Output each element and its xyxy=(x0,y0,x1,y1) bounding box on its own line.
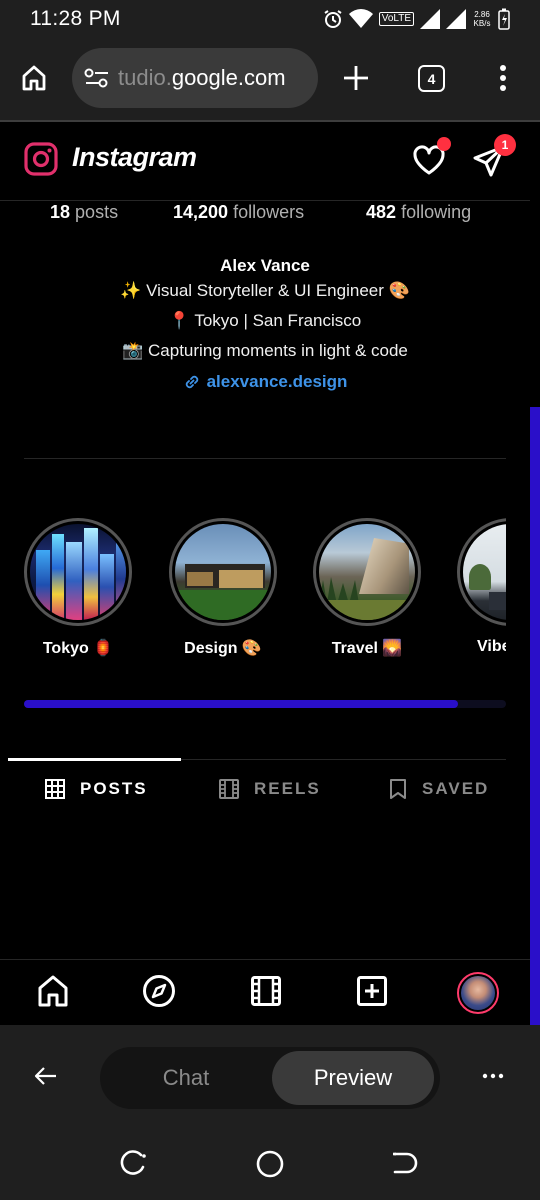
preview-button[interactable]: Preview xyxy=(272,1051,434,1105)
battery-icon xyxy=(498,8,510,30)
profile-name: Alex Vance xyxy=(220,256,310,275)
signal-2-icon xyxy=(446,9,466,29)
highlight-ring xyxy=(169,518,277,626)
browser-menu-icon[interactable] xyxy=(498,64,508,92)
reels-nav-icon[interactable] xyxy=(250,974,282,1008)
link-icon xyxy=(185,375,198,389)
highlights-scrollbar-track[interactable] xyxy=(24,700,506,708)
network-speed-unit: KB/s xyxy=(473,19,491,28)
bio-line-2: 📍 Tokyo | San Francisco xyxy=(168,311,362,330)
header-divider xyxy=(0,200,530,201)
bio-line-1: ✨ Visual Storyteller & UI Engineer 🎨 xyxy=(120,281,410,300)
recents-icon[interactable] xyxy=(119,1149,149,1179)
home-circle-icon[interactable] xyxy=(255,1149,285,1179)
tab-reels-label: REELS xyxy=(254,779,321,798)
highlight-tokyo[interactable]: Tokyo 🏮 xyxy=(24,518,132,658)
following-count: 482 xyxy=(366,202,397,222)
url-main: google.com xyxy=(171,65,286,90)
browser-toolbar: tudio.google.com 4 xyxy=(0,38,540,120)
profile-stats: 18 posts 14,200 followers 482 following xyxy=(0,202,530,224)
status-time: 11:28 PM xyxy=(30,7,121,30)
new-tab-icon[interactable] xyxy=(342,64,370,92)
chat-preview-toggle: Chat Preview xyxy=(100,1047,440,1109)
network-speed-value: 2.86 xyxy=(474,10,490,19)
followers-label: followers xyxy=(233,202,305,222)
highlight-image-design xyxy=(175,524,271,620)
network-speed: 2.86 KB/s xyxy=(472,10,492,28)
system-navigation-bar xyxy=(0,1129,540,1200)
url-faded: tudio. xyxy=(118,65,172,90)
tab-posts[interactable]: POSTS xyxy=(44,778,148,800)
followers-count: 14,200 xyxy=(173,202,229,222)
highlight-travel[interactable]: Travel 🌄 xyxy=(313,518,421,658)
alarm-icon xyxy=(324,10,342,28)
back-arrow-icon[interactable] xyxy=(34,1065,58,1087)
messages-badge: 1 xyxy=(494,134,516,156)
highlight-label: Vibe xyxy=(477,638,506,655)
highlight-label: Design 🎨 xyxy=(184,640,262,657)
bio-line-3: 📸 Capturing moments in light & code xyxy=(122,341,408,360)
explore-compass-icon[interactable] xyxy=(142,974,176,1008)
following-label: following xyxy=(401,202,472,222)
instagram-logo-icon[interactable] xyxy=(24,142,58,176)
browser-home-icon[interactable] xyxy=(20,64,48,92)
posts-label: posts xyxy=(75,202,119,222)
active-tab-indicator xyxy=(8,758,181,761)
highlight-ring xyxy=(313,518,421,626)
highlight-image-travel xyxy=(319,524,415,620)
highlight-label: Travel 🌄 xyxy=(331,640,403,657)
chat-button[interactable]: Chat xyxy=(100,1047,272,1109)
url-bar[interactable]: tudio.google.com xyxy=(72,48,318,108)
instagram-header: Instagram 1 xyxy=(0,122,530,200)
tab-switcher-button[interactable]: 4 xyxy=(418,65,445,92)
stat-following[interactable]: 482 following xyxy=(366,202,471,223)
system-back-icon[interactable] xyxy=(389,1149,419,1179)
app-toolbar: Chat Preview xyxy=(0,1025,540,1129)
profile-avatar[interactable] xyxy=(457,972,499,1014)
instagram-bottom-nav xyxy=(0,960,530,1025)
bookmark-icon xyxy=(390,779,406,799)
highlight-ring xyxy=(24,518,132,626)
story-highlights[interactable]: Tokyo 🏮 Design 🎨 Travel � xyxy=(24,518,506,668)
tab-saved-label: SAVED xyxy=(422,779,490,798)
highlight-image-tokyo xyxy=(30,524,126,620)
bio-link-text: alexvance.design xyxy=(206,372,348,391)
status-icons: VoLTE 2.86 KB/s xyxy=(323,8,510,30)
highlights-scrollbar-thumb[interactable] xyxy=(24,700,458,708)
web-page: Instagram 1 18 posts 14,200 followers 48… xyxy=(0,122,540,1025)
highlight-label: Tokyo 🏮 xyxy=(42,640,114,657)
highlight-image-vibe xyxy=(463,524,506,620)
wifi-icon xyxy=(348,9,373,28)
tab-saved[interactable]: SAVED xyxy=(388,778,489,800)
highlight-design[interactable]: Design 🎨 xyxy=(169,518,277,658)
notification-dot xyxy=(437,137,451,151)
bio-divider xyxy=(24,458,506,459)
signal-1-icon xyxy=(420,9,440,29)
instagram-title[interactable]: Instagram xyxy=(72,142,197,173)
site-settings-icon[interactable] xyxy=(84,67,110,89)
grid-icon xyxy=(45,779,65,799)
highlight-vibe[interactable]: Vibe xyxy=(457,518,506,656)
reels-icon xyxy=(219,779,239,799)
bio-website-link[interactable]: alexvance.design xyxy=(183,372,348,392)
tab-posts-label: POSTS xyxy=(80,779,148,798)
posts-count: 18 xyxy=(50,202,71,222)
stat-followers[interactable]: 14,200 followers xyxy=(173,202,304,223)
page-scrollbar-thumb[interactable] xyxy=(530,407,540,1025)
profile-bio: Alex Vance ✨ Visual Storyteller & UI Eng… xyxy=(0,256,530,396)
create-post-icon[interactable] xyxy=(356,974,388,1008)
stat-posts[interactable]: 18 posts xyxy=(50,202,118,223)
status-bar: 11:28 PM VoLTE 2.86 KB/s xyxy=(0,0,540,38)
url-text[interactable]: tudio.google.com xyxy=(118,65,286,91)
volte-badge: VoLTE xyxy=(378,12,414,26)
highlight-ring xyxy=(457,518,506,626)
tab-reels[interactable]: REELS xyxy=(218,778,321,800)
home-icon[interactable] xyxy=(37,974,69,1008)
avatar-image xyxy=(461,976,495,1010)
more-options-icon[interactable] xyxy=(482,1073,504,1079)
